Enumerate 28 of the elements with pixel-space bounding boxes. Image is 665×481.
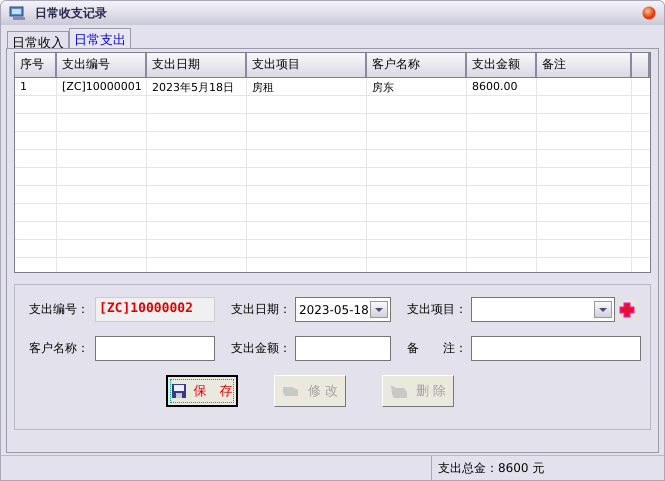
field-label: 支出金额： xyxy=(231,340,292,357)
dropdown-arrow-icon[interactable] xyxy=(599,308,607,312)
tab[interactable]: 日常收入 xyxy=(7,31,69,48)
date-picker[interactable]: 2023-05-18 xyxy=(295,297,391,322)
field-label: 支出项目： xyxy=(407,301,468,318)
field-label: 备 注： xyxy=(407,340,468,357)
plus-icon[interactable] xyxy=(619,302,635,318)
table-cell: 8600.00 xyxy=(472,80,518,93)
dropdown-arrow-icon[interactable] xyxy=(375,308,383,312)
table-cell: 1 xyxy=(20,80,27,93)
table-cell: 2023年5月18日 xyxy=(152,81,234,94)
save-button[interactable]: 保 存 xyxy=(166,375,238,407)
field-label: 支出编号： xyxy=(29,301,90,318)
table-cell: 房东 xyxy=(372,81,394,94)
table-cell: 房租 xyxy=(252,81,274,94)
window-title: 日常收支记录 xyxy=(35,4,108,22)
item-dropdown[interactable] xyxy=(471,297,615,322)
input-field[interactable] xyxy=(295,336,391,361)
total-amount: 支出总金：8600 元 xyxy=(431,456,550,480)
computer-icon xyxy=(9,6,27,20)
table-cell: [ZC]10000001 xyxy=(62,80,142,93)
field-label: 支出日期： xyxy=(231,301,292,318)
tab[interactable]: 日常支出 xyxy=(69,28,131,48)
code-field[interactable]: [ZC]10000002 xyxy=(95,297,215,322)
input-field[interactable] xyxy=(95,336,215,361)
input-field[interactable] xyxy=(471,336,641,361)
close-icon[interactable] xyxy=(642,6,656,20)
field-label: 客户名称： xyxy=(29,340,90,357)
